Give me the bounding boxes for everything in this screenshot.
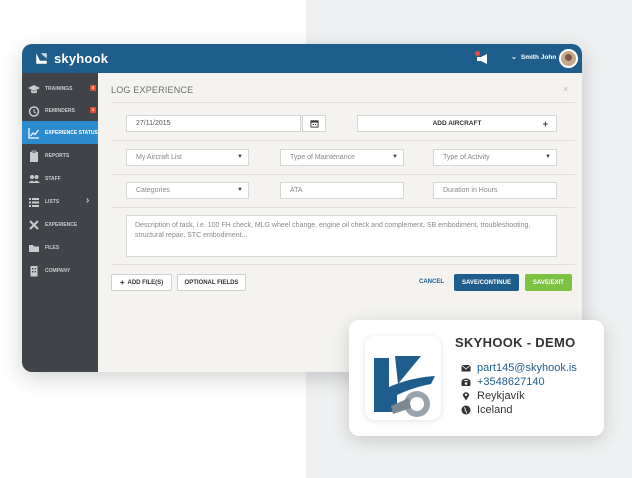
sidebar-item-label: TRAININGS: [45, 85, 73, 92]
divider: [111, 207, 575, 208]
list-icon: [29, 197, 39, 207]
user-menu[interactable]: ⌄ Smith John: [511, 53, 557, 62]
divider: [111, 174, 575, 175]
optional-fields-button[interactable]: OPTIONAL FIELDS: [177, 274, 246, 291]
tools-icon: [29, 219, 39, 230]
notification-dot: [475, 51, 480, 56]
page-title: LOG EXPERIENCE: [111, 85, 194, 95]
aircraft-list-select[interactable]: My Aircraft List ▼: [126, 149, 249, 166]
email-link[interactable]: part145@skyhook.is: [477, 362, 577, 374]
country-row: Iceland: [461, 403, 512, 417]
categories-select[interactable]: Categories ▼: [126, 182, 249, 199]
sidebar-item-reports[interactable]: REPORTS: [22, 144, 98, 167]
card-title: SKYHOOK - DEMO: [455, 335, 576, 350]
description-textarea[interactable]: Description of task, i.e. 100 FH check, …: [126, 215, 557, 257]
alarm-clock-icon: [28, 105, 40, 117]
ata-input[interactable]: ATA: [280, 182, 404, 199]
map-pin-icon: [462, 392, 470, 401]
clipboard-icon: [30, 150, 38, 162]
sidebar-item-label: FILES: [45, 244, 60, 251]
divider: [111, 264, 575, 265]
chart-icon: [28, 127, 39, 139]
top-bar: skyhook ⌄ Smith John: [22, 44, 582, 73]
sidebar-item-label: LISTS: [45, 198, 60, 205]
sidebar-item-experience-status[interactable]: EXPERIENCE STATUS: [22, 121, 98, 144]
close-icon[interactable]: ×: [563, 84, 568, 94]
contact-card: SKYHOOK - DEMO part145@skyhook.is +35486…: [349, 320, 604, 436]
calendar-button[interactable]: [302, 115, 326, 132]
sidebar-item-staff[interactable]: STAFF: [22, 167, 98, 190]
caret-down-icon: ▼: [237, 154, 243, 160]
caret-down-icon: ▼: [545, 154, 551, 160]
sidebar-item-trainings[interactable]: TRAININGS 5: [22, 77, 98, 100]
sidebar: TRAININGS 5 REMINDERS 2 EXPERIENCE STATU…: [22, 73, 98, 372]
caret-down-icon: ▼: [392, 154, 398, 160]
sidebar-item-label: STAFF: [45, 175, 61, 182]
activity-type-value: Type of Activity: [443, 154, 490, 161]
brand-name: skyhook: [54, 51, 109, 66]
maintenance-type-select[interactable]: Type of Maintenance ▼: [280, 149, 404, 166]
avatar[interactable]: [559, 49, 578, 68]
sidebar-item-lists[interactable]: LISTS ›: [22, 190, 98, 213]
phone-row: +3548627140: [461, 375, 545, 389]
phone-link[interactable]: +3548627140: [477, 376, 545, 388]
chevron-down-icon: ⌄: [511, 54, 517, 61]
city-text: Reykjavík: [477, 390, 525, 402]
calendar-icon: [309, 120, 319, 128]
add-files-label: ADD FILE(S): [127, 279, 164, 286]
city-row: Reykjavík: [461, 389, 525, 403]
company-logo: [365, 336, 441, 420]
folder-icon: [29, 244, 39, 252]
add-aircraft-button[interactable]: ADD AIRCRAFT +: [357, 115, 557, 132]
divider: [111, 140, 575, 141]
graduation-cap-icon: [28, 84, 40, 93]
skyhook-logo-icon: [36, 53, 47, 64]
sidebar-item-files[interactable]: FILES: [22, 236, 98, 259]
maintenance-type-value: Type of Maintenance: [290, 154, 355, 161]
activity-type-select[interactable]: Type of Activity ▼: [433, 149, 557, 166]
sidebar-item-company[interactable]: COMPANY: [22, 259, 98, 282]
save-continue-button[interactable]: SAVE/CONTINUE: [454, 274, 519, 291]
duration-input[interactable]: Duration in Hours: [433, 182, 557, 199]
save-exit-button[interactable]: SAVE/EXIT: [525, 274, 572, 291]
sidebar-item-label: EXPERIENCE: [45, 221, 78, 228]
phone-icon: [461, 378, 471, 386]
date-field[interactable]: 27/11/2015: [126, 115, 301, 132]
envelope-icon: [461, 364, 471, 372]
add-files-button[interactable]: + ADD FILE(S): [111, 274, 172, 291]
plus-icon: +: [542, 119, 548, 129]
brand-logo[interactable]: skyhook: [34, 50, 108, 67]
reminders-badge: 2: [90, 107, 96, 113]
divider: [111, 102, 575, 103]
country-text: Iceland: [477, 404, 513, 416]
trainings-badge: 5: [90, 85, 96, 91]
plus-icon: +: [119, 278, 125, 287]
globe-icon: [461, 405, 471, 415]
optional-fields-label: OPTIONAL FIELDS: [184, 279, 239, 286]
sidebar-item-reminders[interactable]: REMINDERS 2: [22, 99, 98, 122]
sidebar-item-experience[interactable]: EXPERIENCE: [22, 213, 98, 236]
building-icon: [30, 265, 38, 276]
chevron-right-icon: ›: [86, 195, 90, 206]
sidebar-item-label: EXPERIENCE STATUS: [45, 129, 98, 136]
users-icon: [28, 174, 40, 183]
categories-value: Categories: [136, 187, 170, 194]
aircraft-list-value: My Aircraft List: [136, 154, 182, 161]
sidebar-item-label: REPORTS: [45, 152, 70, 159]
user-name: Smith John: [520, 53, 557, 61]
cancel-button[interactable]: CANCEL: [419, 279, 444, 285]
caret-down-icon: ▼: [237, 187, 243, 193]
email-row: part145@skyhook.is: [461, 361, 577, 375]
sidebar-item-label: REMINDERS: [45, 107, 76, 114]
add-aircraft-label: ADD AIRCRAFT: [432, 120, 482, 127]
sidebar-item-label: COMPANY: [45, 267, 71, 274]
skyhook-logo-icon: [374, 356, 435, 417]
